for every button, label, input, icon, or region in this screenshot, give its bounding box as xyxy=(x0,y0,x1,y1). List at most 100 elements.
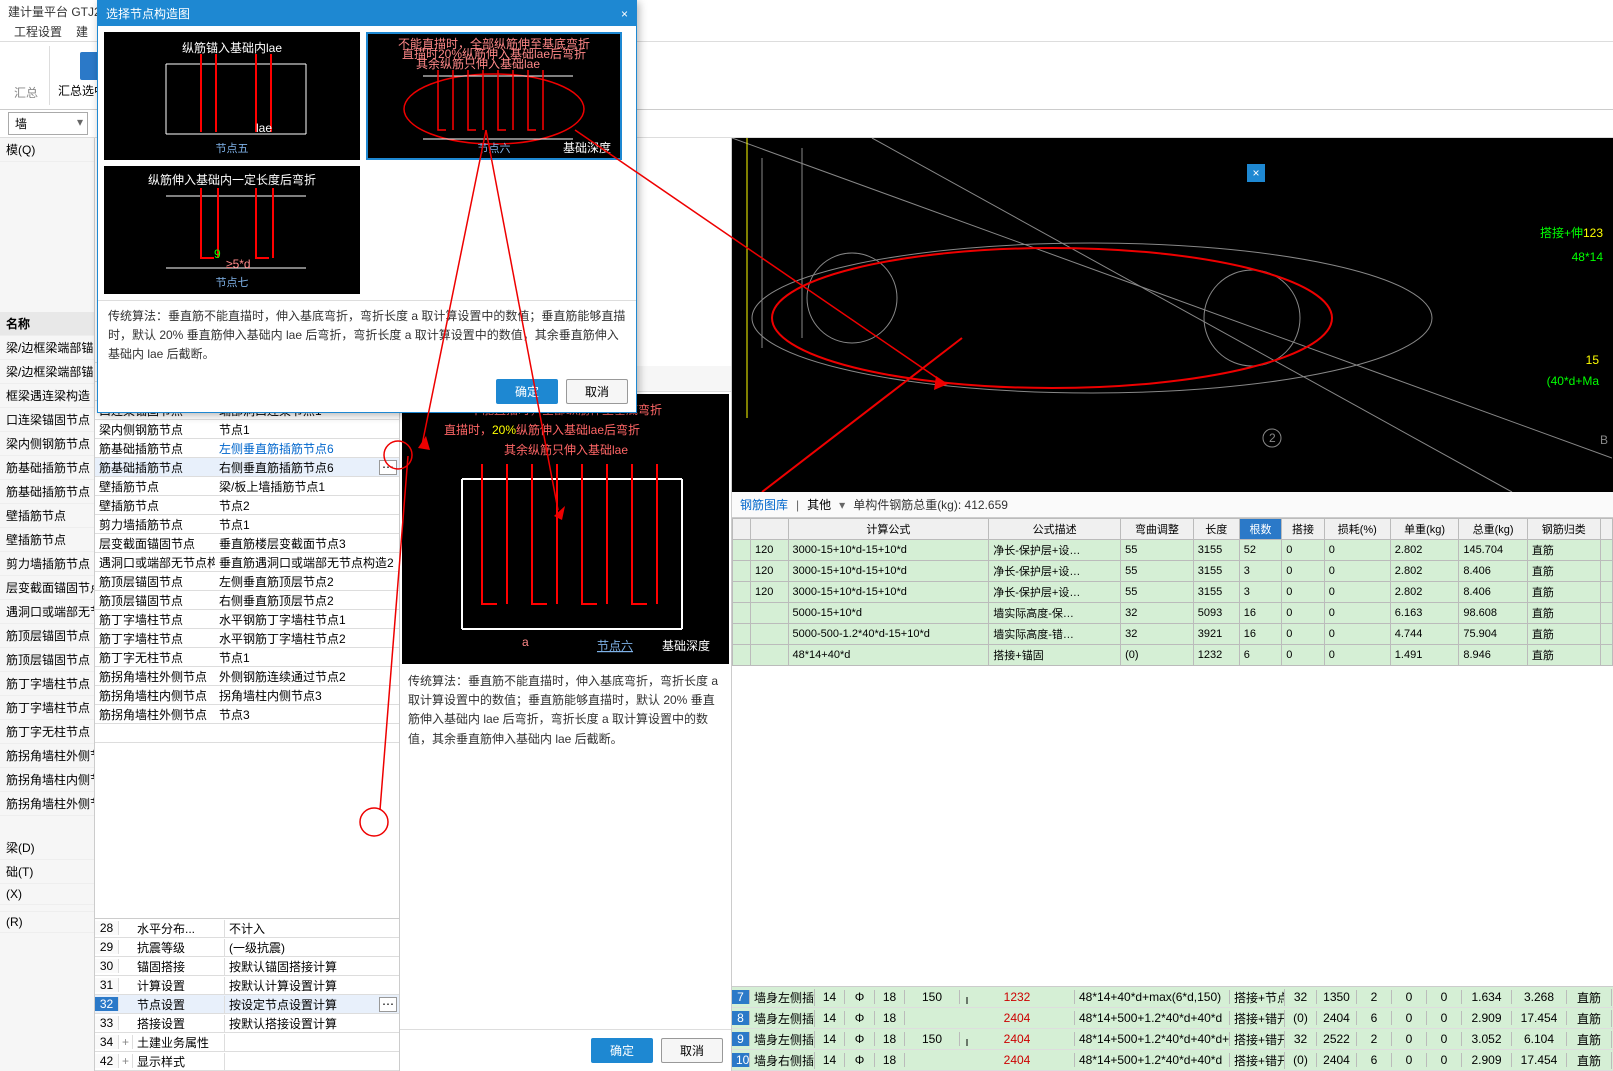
viewport-annotation-1: 搭接+伸123 48*14 xyxy=(1540,218,1603,266)
calc-table[interactable]: 计算公式公式描述弯曲调整长度根数搭接损耗(%)单重(kg)总重(kg)钢筋归类 … xyxy=(732,518,1613,986)
node-row[interactable]: 筋丁字无柱节点节点1 xyxy=(95,648,399,667)
svg-text:纵筋锚入基础内lae: 纵筋锚入基础内lae xyxy=(182,40,282,55)
tab-rebar-library[interactable]: 钢筋图库 xyxy=(740,496,788,513)
left-nav-item[interactable]: 筋丁字墙柱节点 xyxy=(0,672,94,696)
node-row[interactable]: 筋顶层锚固节点左侧垂直筋顶层节点2 xyxy=(95,572,399,591)
left-nav-item[interactable]: 筋拐角墙柱外侧节点 xyxy=(0,792,94,816)
thumb-caption: 节点六 xyxy=(368,140,620,156)
property-row[interactable]: 34+土建业务属性 xyxy=(95,1033,399,1052)
node-row[interactable]: 筋基础插筋节点左侧垂直筋插筋节点6 xyxy=(95,439,399,458)
element-type-select[interactable]: 墙 xyxy=(8,112,88,135)
svg-text:直描时，20%纵筋伸入基础lae后弯折: 直描时，20%纵筋伸入基础lae后弯折 xyxy=(444,422,640,437)
left-nav-item[interactable]: 剪力墙插筋节点 xyxy=(0,552,94,576)
node-row[interactable]: 筋基础插筋节点右侧垂直筋插筋节点6⋯ xyxy=(95,458,399,477)
property-row[interactable]: 32节点设置按设定节点设置计算⋯ xyxy=(95,995,399,1014)
property-row[interactable]: 33搭接设置按默认搭接设置计算 xyxy=(95,1014,399,1033)
left-nav-item[interactable]: 筋丁字无柱节点 xyxy=(0,720,94,744)
left-nav-item[interactable]: 筋拐角墙柱外侧节点 xyxy=(0,744,94,768)
ok-button[interactable]: 确定 xyxy=(591,1038,653,1063)
node-row[interactable]: 壁插筋节点节点2 xyxy=(95,496,399,515)
left-nav-item[interactable]: 筋顶层锚固节点 xyxy=(0,624,94,648)
calc-row[interactable]: 1203000-15+10*d-15+10*d净长-保护层+设…55315530… xyxy=(733,582,1613,603)
preview-diagram: 不能直描时，全部纵筋伸至基底弯折 直描时，20%纵筋伸入基础lae后弯折 其余纵… xyxy=(402,394,729,664)
left-nav: 模(Q) 名称 梁/边框梁端部锚固节点 梁/边框梁端部锚固节点 框梁遇连梁构造 … xyxy=(0,138,95,1071)
node-row[interactable]: 筋拐角墙柱外侧节点外侧钢筋连续通过节点2 xyxy=(95,667,399,686)
node-row[interactable]: 壁插筋节点梁/板上墙插筋节点1 xyxy=(95,477,399,496)
property-row[interactable]: 28水平分布...不计入 xyxy=(95,919,399,938)
ellipsis-button[interactable]: ⋯ xyxy=(379,460,397,475)
left-nav-item[interactable]: (X) xyxy=(0,884,94,905)
modal-ok-button[interactable]: 确定 xyxy=(496,379,558,404)
property-row[interactable]: 30锚固搭接按默认锚固搭接计算 xyxy=(95,957,399,976)
node-row[interactable]: 剪力墙插筋节点节点1 xyxy=(95,515,399,534)
node-row[interactable] xyxy=(95,724,399,743)
property-row[interactable]: 29抗震等级(一级抗震) xyxy=(95,938,399,957)
menu-project-settings[interactable]: 工程设置 xyxy=(14,23,62,40)
calc-row[interactable]: 1203000-15+10*d-15+10*d净长-保护层+设…55315530… xyxy=(733,561,1613,582)
select-node-modal: 选择节点构造图 × 纵筋锚入基础内lae lae 节点五 不能直描时，全部纵筋伸… xyxy=(97,0,637,413)
left-nav-item[interactable]: 筋丁字墙柱节点 xyxy=(0,696,94,720)
modal-close-icon[interactable]: × xyxy=(621,7,628,21)
left-nav-item[interactable]: 梁/边框梁端部锚固节点 xyxy=(0,360,94,384)
left-nav-item[interactable]: (R) xyxy=(0,912,94,933)
viewport-annotation-2: 15 (40*d+Ma xyxy=(1547,348,1599,390)
left-nav-item[interactable]: 壁插筋节点 xyxy=(0,528,94,552)
preview-description: 传统算法：垂直筋不能直描时，伸入基底弯折，弯折长度 a 取计算设置中的数值；垂直… xyxy=(400,666,731,1029)
menu-build[interactable]: 建 xyxy=(76,23,88,40)
detail-row[interactable]: 7 墙身左侧插筋.1.2 14 Φ 18 150 1232 48*14+40*d… xyxy=(732,987,1613,1008)
bottom-detail-grid[interactable]: 7 墙身左侧插筋.1.2 14 Φ 18 150 1232 48*14+40*d… xyxy=(732,986,1613,1071)
left-nav-item[interactable]: 筋顶层锚固节点 xyxy=(0,648,94,672)
calc-row[interactable]: 1203000-15+10*d-15+10*d净长-保护层+设…55315552… xyxy=(733,540,1613,561)
property-grid: 28水平分布...不计入29抗震等级(一级抗震)30锚固搭接按默认锚固搭接计算3… xyxy=(95,918,399,1071)
property-row[interactable]: 31计算设置按默认计算设置计算 xyxy=(95,976,399,995)
property-row[interactable]: 42+显示样式 xyxy=(95,1052,399,1071)
tab-other[interactable]: 其他 xyxy=(807,496,831,513)
3d-viewport[interactable]: 2 B 搭接+伸123 48*14 15 (40*d+Ma xyxy=(732,138,1613,492)
left-nav-item[interactable]: 模(Q) xyxy=(0,138,94,162)
node-row[interactable]: 遇洞口或端部无节点构造垂直筋遇洞口或端部无节点构造2 xyxy=(95,553,399,572)
left-nav-item[interactable]: 筋基础插筋节点 xyxy=(0,456,94,480)
total-weight-value: 412.659 xyxy=(965,498,1008,512)
left-nav-item[interactable]: 遇洞口或端部无节点构造 xyxy=(0,600,94,624)
left-nav-item[interactable]: 筋拐角墙柱内侧节点 xyxy=(0,768,94,792)
modal-cancel-button[interactable]: 取消 xyxy=(566,379,628,404)
left-nav-item[interactable]: 梁内侧钢筋节点 xyxy=(0,432,94,456)
calc-row[interactable]: 5000-15+10*d墙实际高度-保…32509316006.16398.60… xyxy=(733,603,1613,624)
node-thumbnail-6[interactable]: 不能直描时，全部纵筋伸至基底弯折 直描时20%纵筋伸入基础lae后弯折 其余纵筋… xyxy=(366,32,622,160)
left-nav-item[interactable]: 梁(D) xyxy=(0,836,94,860)
node-row[interactable]: 层变截面锚固节点垂直筋楼层变截面节点3 xyxy=(95,534,399,553)
left-nav-item[interactable]: 口连梁锚固节点 xyxy=(0,408,94,432)
node-thumbnail-5[interactable]: 纵筋锚入基础内lae lae 节点五 xyxy=(104,32,360,160)
detail-row[interactable]: 9 墙身左侧插筋.2.2 14 Φ 18 150 2404 48*14+500+… xyxy=(732,1029,1613,1050)
left-nav-item[interactable]: 框梁遇连梁构造 xyxy=(0,384,94,408)
svg-text:其余纵筋只伸入基础lae: 其余纵筋只伸入基础lae xyxy=(416,56,540,71)
left-nav-item[interactable]: 础(T) xyxy=(0,860,94,884)
node-row[interactable]: 筋丁字墙柱节点水平钢筋丁字墙柱节点1 xyxy=(95,610,399,629)
preview-buttons: 确定 取消 xyxy=(400,1029,731,1071)
ellipsis-button[interactable]: ⋯ xyxy=(379,997,397,1012)
left-nav-item[interactable] xyxy=(0,905,94,912)
svg-text:2: 2 xyxy=(1269,431,1276,445)
cancel-button[interactable]: 取消 xyxy=(661,1038,723,1063)
node-row[interactable]: 筋顶层锚固节点右侧垂直筋顶层节点2 xyxy=(95,591,399,610)
detail-row[interactable]: 8 墙身左侧插筋.2.1 14 Φ 18 2404 48*14+500+1.2*… xyxy=(732,1008,1613,1029)
left-nav-item[interactable]: 壁插筋节点 xyxy=(0,504,94,528)
modal-titlebar[interactable]: 选择节点构造图 × xyxy=(98,1,636,26)
thumb-caption: 节点五 xyxy=(106,140,358,156)
left-nav-item[interactable]: 层变截面锚固节点 xyxy=(0,576,94,600)
node-row[interactable]: 筋丁字墙柱节点水平钢筋丁字墙柱节点2 xyxy=(95,629,399,648)
detail-row[interactable]: 10 墙身右侧插筋.1.1 14 Φ 18 2404 48*14+500+1.2… xyxy=(732,1050,1613,1071)
panel-close-button[interactable]: × xyxy=(1247,164,1265,182)
left-nav-item[interactable]: 梁/边框梁端部锚固节点 xyxy=(0,336,94,360)
diagram-depth-label: 基础深度 xyxy=(662,638,710,653)
node-thumbnail-7[interactable]: 纵筋伸入基础内一定长度后弯折 9≥5*d 节点七 xyxy=(104,166,360,294)
node-row[interactable]: 筋拐角墙柱外侧节点节点3 xyxy=(95,705,399,724)
left-nav-item[interactable]: 筋基础插筋节点 xyxy=(0,480,94,504)
svg-text:B: B xyxy=(1600,433,1608,447)
calc-row[interactable]: 5000-500-1.2*40*d-15+10*d墙实际高度-错…3239211… xyxy=(733,624,1613,645)
node-row[interactable]: 筋拐角墙柱内侧节点拐角墙柱内侧节点3 xyxy=(95,686,399,705)
node-row[interactable]: 梁内侧钢筋节点节点1 xyxy=(95,420,399,439)
diagram-a-label: a xyxy=(522,635,529,649)
svg-text:纵筋伸入基础内一定长度后弯折: 纵筋伸入基础内一定长度后弯折 xyxy=(148,172,316,187)
calc-row[interactable]: 48*14+40*d搭接+锚固(0)12326001.4918.946直筋 xyxy=(733,645,1613,666)
